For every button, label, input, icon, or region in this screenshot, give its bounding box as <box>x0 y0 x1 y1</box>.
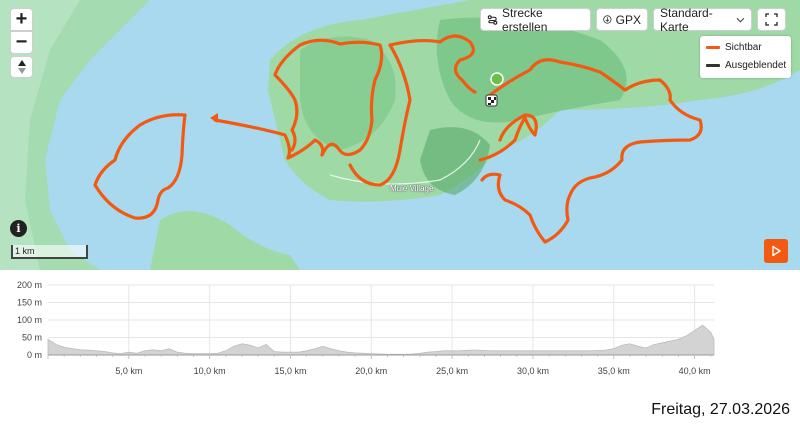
direction-arrow-icon <box>210 113 218 123</box>
map-type-select[interactable]: Standard-Karte <box>653 5 752 34</box>
x-tick-label: 30,0 km <box>517 366 549 376</box>
play-animation-button[interactable] <box>764 239 788 263</box>
map-type-label: Standard-Karte <box>660 5 713 34</box>
legend-item-visible[interactable]: Sichtbar <box>706 42 762 53</box>
compass-icon <box>17 60 26 74</box>
finish-flag-marker <box>485 94 498 107</box>
play-icon <box>772 245 781 257</box>
route-icon <box>487 14 498 25</box>
y-tick-label: 200 m <box>17 280 42 290</box>
zoom-out-button[interactable]: − <box>10 31 33 54</box>
x-tick-label: 40,0 km <box>679 366 711 376</box>
info-button[interactable]: i <box>10 220 27 237</box>
legend-item-hidden[interactable]: Ausgeblendet <box>706 60 786 71</box>
map-scale-bar: 1 km <box>11 245 88 259</box>
gpx-download-button[interactable]: GPX <box>596 8 648 31</box>
y-tick-label: 150 m <box>17 298 42 308</box>
legend-label-hidden: Ausgeblendet <box>725 60 787 71</box>
y-tick-label: 0 m <box>27 350 42 360</box>
compass-button[interactable] <box>10 56 33 78</box>
start-marker <box>490 72 504 86</box>
create-route-button[interactable]: Strecke erstellen <box>480 5 591 34</box>
legend-label-visible: Sichtbar <box>725 42 762 53</box>
legend-swatch-visible <box>706 46 720 49</box>
route-legend: Sichtbar Ausgeblendet <box>700 36 791 78</box>
download-icon <box>603 15 612 24</box>
place-label-village: Muie Village <box>390 184 434 193</box>
y-tick-label: 100 m <box>17 315 42 325</box>
legend-swatch-hidden <box>706 64 720 67</box>
fullscreen-button[interactable] <box>757 8 786 31</box>
land-islet <box>150 211 300 270</box>
gpx-label: GPX <box>615 12 641 27</box>
x-tick-label: 25,0 km <box>436 366 468 376</box>
footer-date: Freitag, 27.03.2026 <box>651 401 790 418</box>
x-tick-label: 35,0 km <box>598 366 630 376</box>
fullscreen-icon <box>765 13 778 26</box>
chevron-down-icon <box>736 17 745 23</box>
x-tick-label: 10,0 km <box>194 366 226 376</box>
elevation-profile-chart[interactable]: 0 m 50 m 100 m 150 m 200 m 5,0 km 10,0 km 15,0 … <box>0 270 800 380</box>
x-tick-label: 20,0 km <box>355 366 387 376</box>
zoom-in-button[interactable]: + <box>10 8 33 31</box>
route-map[interactable]: Muie Village + − Strecke erstellen GPX S… <box>0 0 800 270</box>
y-tick-label: 50 m <box>22 333 42 343</box>
x-tick-label: 15,0 km <box>274 366 306 376</box>
map-canvas[interactable] <box>0 0 800 270</box>
x-tick-label: 5,0 km <box>115 366 142 376</box>
create-route-label: Strecke erstellen <box>502 5 548 34</box>
